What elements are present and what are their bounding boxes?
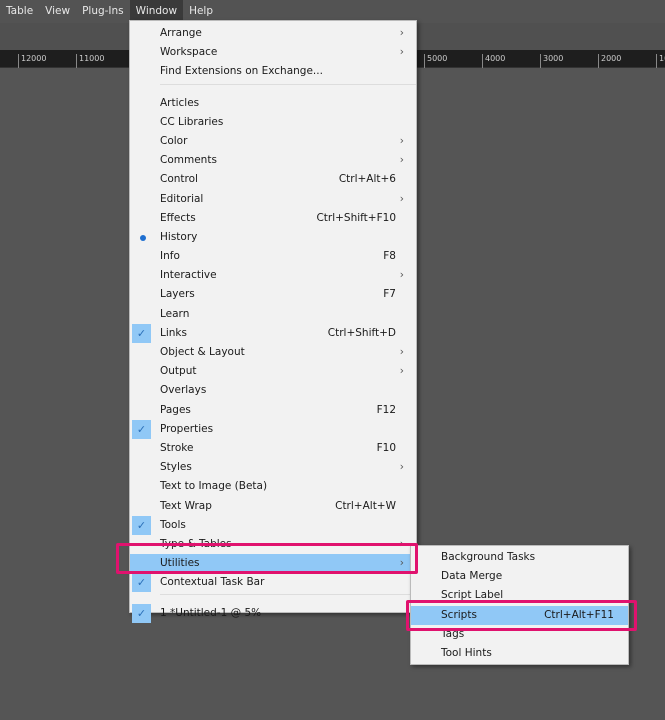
menu-item-layers[interactable]: Layers F7	[130, 285, 416, 304]
chevron-right-icon: ›	[399, 461, 404, 474]
menu-item-stroke[interactable]: Stroke F10	[130, 439, 416, 458]
menu-item-text-to-image-beta[interactable]: Text to Image (Beta)	[130, 477, 416, 496]
menu-item-1-untitled-1-5[interactable]: ✓ 1 *Untitled-1 @ 5%	[130, 604, 416, 624]
shortcut-label: F12	[376, 403, 396, 416]
menu-item-label: Links	[160, 326, 187, 339]
menu-item-cc-libraries[interactable]: CC Libraries	[130, 113, 416, 132]
menu-item-label: 1 *Untitled-1 @ 5%	[160, 607, 262, 620]
menu-item-history[interactable]: History	[130, 228, 416, 247]
menu-item-editorial[interactable]: Editorial ›	[130, 190, 416, 209]
bullet-icon	[140, 234, 146, 241]
ruler-tick: 4000	[482, 54, 505, 68]
menu-item-object-layout[interactable]: Object & Layout ›	[130, 343, 416, 362]
ruler-tick: 5000	[424, 54, 447, 68]
checkmark-icon: ✓	[132, 515, 151, 535]
chevron-right-icon: ›	[399, 365, 404, 378]
shortcut-label: Ctrl+Shift+D	[327, 326, 396, 339]
menu-item-label: Tool Hints	[441, 646, 492, 659]
menu-item-label: Text to Image (Beta)	[160, 480, 268, 493]
chevron-right-icon: ›	[399, 269, 404, 282]
menu-item-arrange[interactable]: Arrange ›	[130, 24, 416, 43]
checkmark-icon: ✓	[132, 604, 151, 624]
menu-item-label: Object & Layout	[160, 346, 245, 358]
chevron-right-icon: ›	[399, 27, 404, 39]
menu-item-label: Text Wrap	[160, 499, 212, 512]
annotation-box-scripts	[406, 600, 637, 631]
menu-item-learn[interactable]: Learn	[130, 305, 416, 324]
menu-item-background-tasks[interactable]: Background Tasks	[411, 548, 628, 567]
menu-item-label: Workspace	[160, 46, 218, 59]
menu-item-tools[interactable]: ✓ Tools	[130, 515, 416, 535]
menu-item-label: Tools	[160, 518, 186, 531]
menu-item-interactive[interactable]: Interactive ›	[130, 266, 416, 285]
menu-item-label: Effects	[160, 211, 196, 224]
menu-item-data-merge[interactable]: Data Merge	[411, 567, 628, 586]
menu-separator	[160, 79, 416, 85]
chevron-right-icon: ›	[399, 134, 404, 147]
menu-item-label: Learn	[160, 307, 190, 320]
menu-item-label: Articles	[160, 96, 200, 109]
shortcut-label: F8	[383, 250, 396, 263]
menu-item-text-wrap[interactable]: Text Wrap Ctrl+Alt+W	[130, 497, 416, 516]
menu-item-label: Arrange	[160, 27, 202, 39]
menu-view[interactable]: View	[39, 0, 76, 23]
menu-item-label: Background Tasks	[441, 551, 536, 563]
ruler-tick: 3000	[540, 54, 563, 68]
menu-separator	[160, 589, 416, 596]
menu-item-label: Output	[160, 365, 197, 378]
checkmark-icon: ✓	[132, 323, 151, 343]
annotation-box-utilities	[116, 543, 418, 574]
menu-item-label: Overlays	[160, 384, 207, 397]
menu-item-effects[interactable]: Effects Ctrl+Shift+F10	[130, 209, 416, 228]
menu-item-label: Control	[160, 173, 198, 186]
menu-item-label: Info	[160, 250, 180, 263]
shortcut-label: F7	[383, 288, 396, 301]
menu-item-label: Editorial	[160, 192, 204, 205]
ruler-tick: 10	[656, 54, 665, 68]
checkmark-icon: ✓	[132, 419, 151, 439]
menu-item-styles[interactable]: Styles ›	[130, 458, 416, 477]
menu-table[interactable]: Table	[0, 0, 39, 23]
menu-item-label: Comments	[160, 154, 217, 167]
chevron-right-icon: ›	[399, 154, 404, 167]
menu-item-color[interactable]: Color ›	[130, 132, 416, 151]
menu-item-label: Styles	[160, 461, 192, 474]
ruler-tick: 2000	[598, 54, 621, 68]
shortcut-label: F10	[376, 441, 396, 454]
menu-item-label: Data Merge	[441, 570, 503, 583]
menu-item-control[interactable]: Control Ctrl+Alt+6	[130, 170, 416, 189]
menu-item-output[interactable]: Output ›	[130, 362, 416, 381]
menu-item-label: History	[160, 230, 198, 243]
menu-item-workspace[interactable]: Workspace ›	[130, 43, 416, 62]
chevron-right-icon: ›	[399, 46, 404, 59]
menu-item-tool-hints[interactable]: Tool Hints	[411, 644, 628, 663]
menu-item-comments[interactable]: Comments ›	[130, 151, 416, 170]
menu-item-label: CC Libraries	[160, 115, 224, 128]
menu-item-label: Layers	[160, 288, 195, 301]
menu-item-label: Color	[160, 134, 188, 147]
menu-item-label: Pages	[160, 403, 191, 416]
menu-item-properties[interactable]: ✓ Properties	[130, 419, 416, 439]
shortcut-label: Ctrl+Alt+W	[335, 499, 396, 512]
menu-item-info[interactable]: Info F8	[130, 247, 416, 266]
menu-item-overlays[interactable]: Overlays	[130, 381, 416, 400]
menu-item-label: Properties	[160, 422, 214, 435]
menu-item-label: Interactive	[160, 269, 217, 282]
menu-item-label: Stroke	[160, 441, 194, 454]
menu-item-links[interactable]: ✓ Links Ctrl+Shift+D	[130, 323, 416, 343]
shortcut-label: Ctrl+Shift+F10	[316, 211, 396, 224]
ruler-tick: 12000	[18, 54, 46, 68]
checkmark-icon: ✓	[132, 573, 151, 593]
menu-item-pages[interactable]: Pages F12	[130, 401, 416, 420]
chevron-right-icon: ›	[399, 346, 404, 358]
menu-plug-ins[interactable]: Plug-Ins	[76, 0, 130, 23]
chevron-right-icon: ›	[399, 192, 404, 205]
shortcut-label: Ctrl+Alt+6	[338, 173, 396, 186]
ruler-tick: 11000	[76, 54, 104, 68]
window-menu: Arrange › Workspace › Find Extensions on Exc…	[129, 20, 417, 624]
menu-item-articles[interactable]: Articles	[130, 94, 416, 113]
